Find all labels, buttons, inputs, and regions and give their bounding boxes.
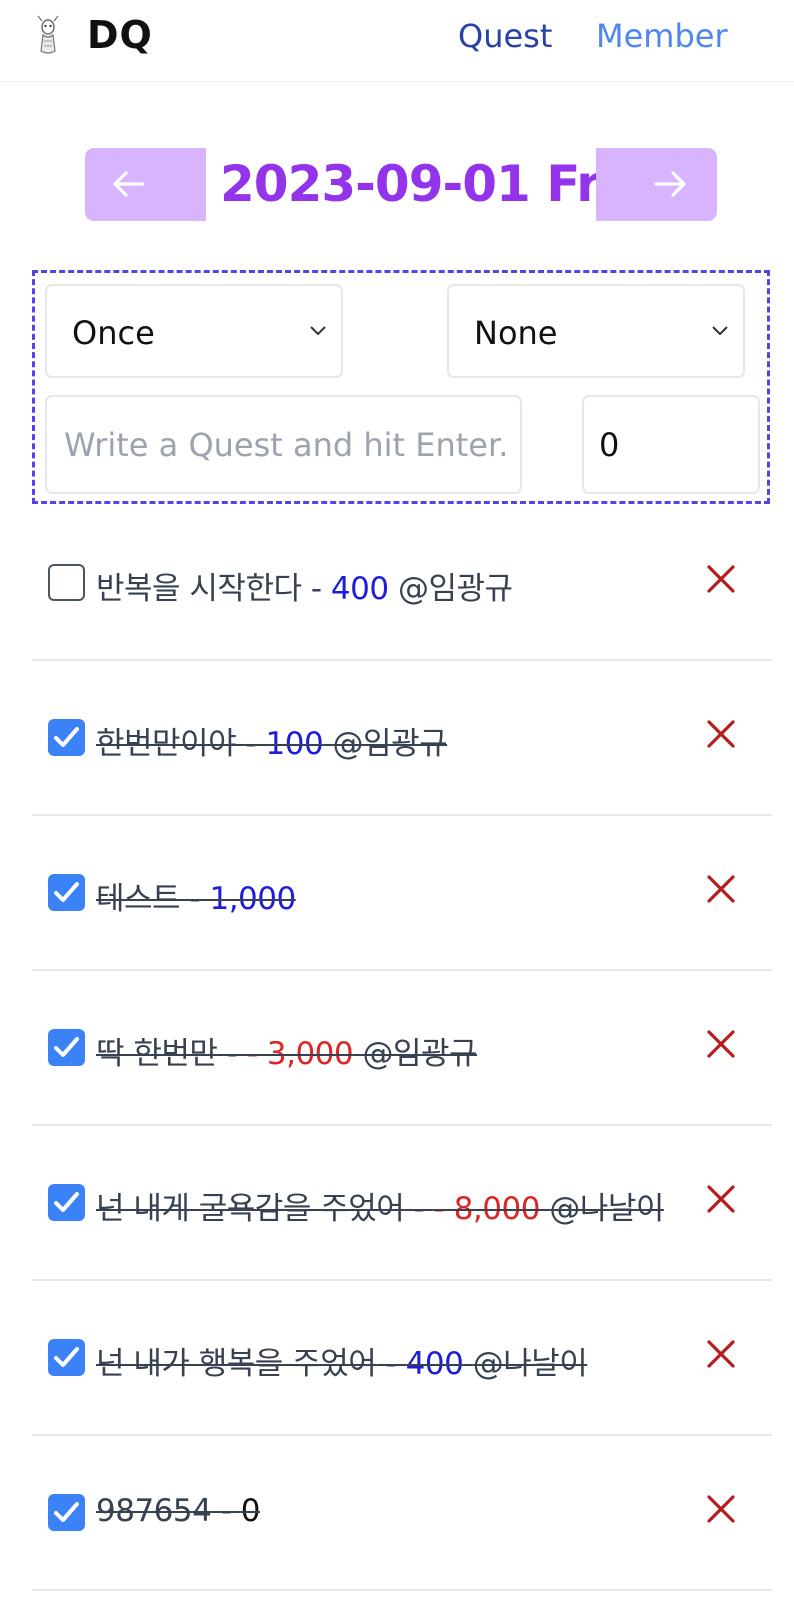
checkmark-icon [54, 1502, 79, 1522]
quest-member: @임광규 [397, 571, 513, 607]
quest-label: 넌 내게 굴욕감을 주었어 - - 8,000 @나날이 [96, 1191, 664, 1227]
quest-checkbox[interactable] [48, 719, 85, 756]
quest-checkbox[interactable] [48, 1184, 85, 1221]
quest-form: Once None [32, 270, 770, 504]
quest-amount: - 8,000 [433, 1191, 541, 1227]
brand-title[interactable]: DQ [87, 13, 153, 57]
quest-title: 넌 내가 행복을 주었어 [96, 1346, 377, 1382]
checkmark-icon [54, 1192, 79, 1212]
arrow-left-icon [113, 171, 145, 197]
quest-list: 반복을 시작한다 - 400 @임광규한번만이야 - 100 @임광규테스트 -… [32, 506, 772, 1591]
quest-item: 테스트 - 1,000 [32, 816, 772, 971]
quest-title: 딱 한번만 [96, 1036, 218, 1072]
quest-item: 한번만이야 - 100 @임광규 [32, 661, 772, 816]
delete-quest-button[interactable] [705, 1183, 737, 1215]
logo-icon[interactable] [34, 15, 62, 57]
quest-member: @임광규 [332, 726, 448, 762]
quest-amount: 100 [265, 726, 324, 762]
close-icon [707, 875, 735, 903]
quest-checkbox[interactable] [48, 1029, 85, 1066]
delete-quest-button[interactable] [705, 1493, 737, 1525]
quest-item: 넌 내가 행복을 주었어 - 400 @나날이 [32, 1281, 772, 1436]
quest-amount: 1,000 [209, 881, 296, 917]
close-icon [707, 1030, 735, 1058]
nav-link-member[interactable]: Member [596, 17, 728, 55]
quest-label: 딱 한번만 - - 3,000 @임광규 [96, 1036, 478, 1072]
quest-label: 반복을 시작한다 - 400 @임광규 [96, 571, 513, 607]
quest-item: 딱 한번만 - - 3,000 @임광규 [32, 971, 772, 1126]
current-date: 2023-09-01 Fri [220, 155, 617, 213]
delete-quest-button[interactable] [705, 718, 737, 750]
close-icon [707, 1185, 735, 1213]
delete-quest-button[interactable] [705, 1338, 737, 1370]
close-icon [707, 565, 735, 593]
quest-checkbox[interactable] [48, 1494, 85, 1531]
quest-title: 987654 [96, 1493, 212, 1529]
quest-label: 테스트 - 1,000 [96, 881, 296, 917]
quest-item: 넌 내게 굴욕감을 주었어 - - 8,000 @나날이 [32, 1126, 772, 1281]
quest-amount: 400 [405, 1346, 464, 1382]
checkmark-icon [54, 1037, 79, 1057]
quest-checkbox[interactable] [48, 1339, 85, 1376]
chevron-down-icon [310, 326, 326, 336]
member-select-value: None [474, 314, 558, 352]
quest-title: 테스트 [96, 881, 181, 917]
quest-label: 한번만이야 - 100 @임광규 [96, 726, 448, 762]
quest-amount: 0 [240, 1493, 261, 1529]
member-select[interactable]: None [447, 284, 745, 378]
quest-member: @임광규 [362, 1036, 478, 1072]
top-navbar: DQ Quest Member [0, 0, 794, 82]
quest-checkbox[interactable] [48, 564, 85, 601]
checkmark-icon [54, 727, 79, 747]
quest-item: 987654 - 0 [32, 1436, 772, 1591]
quest-label: 넌 내가 행복을 주었어 - 400 @나날이 [96, 1346, 588, 1382]
previous-day-button[interactable] [85, 148, 206, 221]
close-icon [707, 720, 735, 748]
checkmark-icon [54, 1347, 79, 1367]
close-icon [707, 1495, 735, 1523]
next-day-button[interactable] [596, 148, 717, 221]
quest-member: @나날이 [549, 1191, 664, 1227]
quest-checkbox[interactable] [48, 874, 85, 911]
quest-title: 넌 내게 굴욕감을 주었어 [96, 1191, 405, 1227]
quest-amount: 400 [330, 571, 389, 607]
delete-quest-button[interactable] [705, 1028, 737, 1060]
checkmark-icon [54, 882, 79, 902]
quest-item: 반복을 시작한다 - 400 @임광규 [32, 506, 772, 661]
nav-link-quest[interactable]: Quest [458, 17, 552, 55]
date-navigator: 2023-09-01 Fri [85, 148, 717, 221]
arrow-right-icon [654, 171, 686, 197]
delete-quest-button[interactable] [705, 563, 737, 595]
quest-label: 987654 - 0 [96, 1493, 260, 1529]
quest-title-input[interactable] [45, 395, 522, 494]
quest-title: 한번만이야 [96, 726, 237, 762]
delete-quest-button[interactable] [705, 873, 737, 905]
chevron-down-icon [712, 326, 728, 336]
frequency-select[interactable]: Once [45, 284, 343, 378]
frequency-select-value: Once [72, 314, 155, 352]
close-icon [707, 1340, 735, 1368]
point-input[interactable] [582, 395, 760, 494]
quest-amount: - 3,000 [246, 1036, 354, 1072]
quest-title: 반복을 시작한다 [96, 571, 302, 607]
quest-member: @나날이 [472, 1346, 588, 1382]
